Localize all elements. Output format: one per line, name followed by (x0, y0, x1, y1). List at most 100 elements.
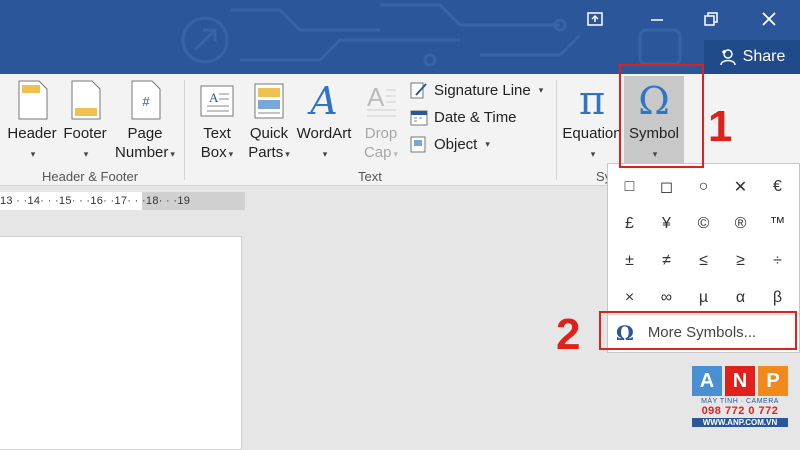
anp-logo-letter: A (692, 366, 722, 396)
chevron-down-icon: ▾ (83, 149, 89, 159)
highlight-symbol-button (619, 64, 704, 168)
highlight-more-symbols (599, 311, 797, 350)
svg-text:A: A (209, 90, 219, 105)
wordart-icon: A (307, 80, 337, 120)
date-time-button[interactable]: Date & Time (410, 105, 517, 129)
pi-icon: π (579, 80, 605, 120)
text-box-label-2: Box (200, 144, 227, 161)
restore-icon (704, 12, 718, 26)
anp-logo: A N P (692, 366, 788, 396)
group-separator (184, 80, 185, 180)
horizontal-ruler[interactable]: 13 · ·14· · ·15· · ·16· ·17· · ·18· · ·1… (0, 192, 245, 210)
chevron-down-icon: ▾ (485, 138, 490, 149)
anp-phone: 098 772 0 772 (701, 405, 779, 417)
equation-button[interactable]: π Equation ▾ (562, 80, 622, 164)
symbol-cell[interactable]: ± (611, 242, 648, 279)
symbol-cell[interactable]: ○ (685, 168, 722, 205)
share-button[interactable]: Share (704, 40, 800, 74)
chevron-down-icon: ▾ (590, 149, 596, 159)
page-number-label-1: Page (127, 125, 163, 142)
anp-watermark: A N P MÁY TÍNH · CAMERA 098 772 0 772 WW… (692, 366, 788, 427)
svg-text:A: A (307, 80, 337, 120)
symbol-grid: □ ◻ ○ ✕ € £ ¥ © ® ™ ± ≠ ≤ ≥ ÷ × ∞ µ α β (611, 168, 796, 316)
chevron-down-icon: ▾ (170, 149, 175, 159)
page-number-icon: # (131, 80, 161, 120)
symbol-cell[interactable]: £ (611, 205, 648, 242)
symbol-cell[interactable]: ÷ (759, 242, 796, 279)
chevron-down-icon: ▾ (228, 149, 234, 159)
drop-cap-label-1: Drop (364, 125, 398, 142)
quick-parts-label-2: Parts (248, 144, 284, 161)
header-label: Header (7, 125, 57, 142)
chevron-down-icon: ▾ (538, 84, 544, 95)
minimize-button[interactable] (640, 6, 674, 32)
symbol-cell[interactable]: ≤ (685, 242, 722, 279)
text-box-button[interactable]: A Text Box ▾ (194, 80, 240, 164)
circuit-decoration (181, 3, 682, 67)
symbol-cell[interactable]: © (685, 205, 722, 242)
svg-text:#: # (142, 94, 150, 109)
drop-cap-button[interactable]: A Drop Cap ▾ (358, 80, 404, 164)
chevron-down-icon: ▾ (393, 149, 399, 159)
text-box-icon: A (200, 85, 234, 117)
equation-label: Equation (562, 125, 622, 142)
object-label: Object (434, 135, 478, 153)
step-number-1: 1 (708, 102, 733, 151)
page-number-label-2: Number (115, 144, 169, 161)
anp-site: WWW.ANP.COM.VN (692, 418, 788, 427)
ruler-markings: 13 · ·14· · ·15· · ·16· ·17· · ·18· · ·1… (0, 195, 191, 207)
anp-logo-letter: N (725, 366, 755, 396)
header-button[interactable]: Header ▾ (7, 80, 57, 164)
step-number-2: 2 (556, 310, 581, 359)
signature-line-icon (410, 82, 427, 99)
group-label-header-footer: Header & Footer (42, 169, 139, 184)
quick-parts-label-1: Quick (249, 125, 289, 142)
symbol-cell[interactable]: ≠ (648, 242, 685, 279)
drop-cap-icon: A (367, 82, 396, 117)
symbol-cell[interactable]: ≥ (722, 242, 759, 279)
title-bar: Share (0, 0, 800, 74)
symbol-cell[interactable]: ¥ (648, 205, 685, 242)
chevron-down-icon: ▾ (322, 149, 328, 159)
symbol-cell[interactable]: ✕ (722, 168, 759, 205)
symbol-cell[interactable]: ™ (759, 205, 796, 242)
header-icon (18, 80, 48, 120)
document-page[interactable] (0, 236, 242, 450)
svg-text:π: π (579, 80, 605, 120)
quick-parts-icon (254, 83, 284, 119)
wordart-button[interactable]: A WordArt ▾ (296, 80, 352, 164)
restore-ribbon-icon (587, 12, 603, 26)
page-number-button[interactable]: # Page Number ▾ (112, 80, 178, 164)
share-label: Share (742, 48, 786, 65)
footer-button[interactable]: Footer ▾ (62, 80, 108, 164)
symbol-cell[interactable]: ◻ (648, 168, 685, 205)
symbol-cell[interactable]: ® (722, 205, 759, 242)
symbol-cell[interactable]: € (759, 168, 796, 205)
group-label-text: Text (358, 169, 382, 184)
svg-text:A: A (367, 82, 385, 112)
date-time-label: Date & Time (434, 108, 517, 126)
object-icon (410, 136, 426, 153)
close-button[interactable] (752, 6, 786, 32)
close-icon (762, 12, 776, 26)
footer-label: Footer (63, 125, 107, 142)
anp-tagline: MÁY TÍNH · CAMERA (701, 398, 779, 405)
add-person-icon (719, 49, 736, 66)
object-button[interactable]: Object ▾ (410, 132, 490, 156)
footer-icon (71, 80, 101, 120)
symbol-cell[interactable]: □ (611, 168, 648, 205)
wordart-label: WordArt (296, 125, 352, 142)
calendar-icon (410, 110, 428, 126)
minimize-icon (651, 19, 663, 21)
ribbon-display-button[interactable] (578, 6, 612, 32)
chevron-down-icon: ▾ (30, 149, 36, 159)
signature-line-label: Signature Line (434, 81, 531, 99)
drop-cap-label-2: Cap (363, 144, 392, 161)
text-box-label-1: Text (203, 125, 231, 142)
signature-line-button[interactable]: Signature Line ▾ (410, 78, 543, 102)
restore-button[interactable] (694, 6, 728, 32)
anp-logo-letter: P (758, 366, 788, 396)
chevron-down-icon: ▾ (285, 149, 290, 159)
quick-parts-button[interactable]: Quick Parts ▾ (246, 80, 292, 164)
group-separator (556, 80, 557, 180)
